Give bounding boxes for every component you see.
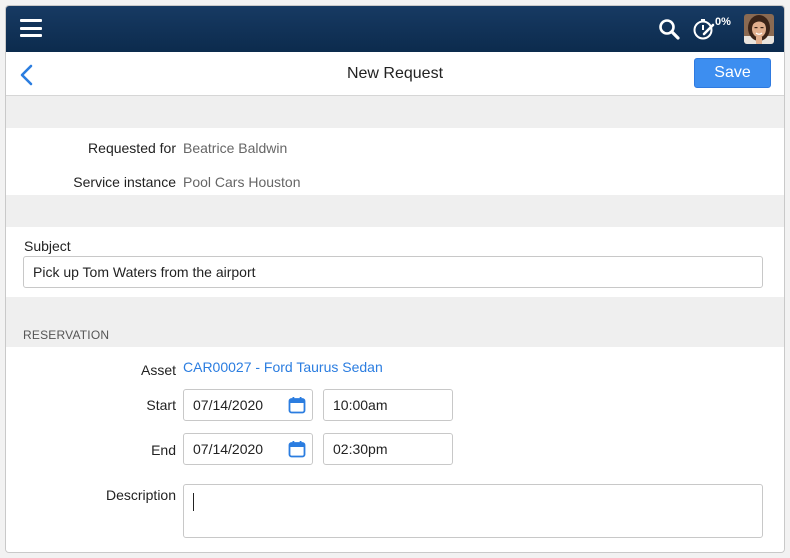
start-date-input[interactable] [184,390,284,420]
end-label: End [151,442,176,458]
subject-section: Subject [6,227,784,297]
page-title: New Request [346,65,444,82]
description-textarea[interactable] [183,484,763,538]
description-label: Description [105,487,176,503]
requested-for-value: Beatrice Baldwin [183,140,288,156]
start-label: Start [146,397,176,413]
top-navigation-bar: 0% [6,6,784,52]
hamburger-menu-icon[interactable] [20,19,42,37]
subject-label: Subject [24,238,71,254]
calendar-icon[interactable] [288,440,306,458]
start-date-field [183,389,313,421]
search-icon[interactable] [658,18,680,40]
stopwatch-pen-icon[interactable] [692,17,716,41]
asset-label: Asset [140,362,176,378]
request-details-section: Requested for Beatrice Baldwin Service i… [6,128,784,195]
save-button[interactable]: Save [694,58,771,88]
end-time-input[interactable] [323,433,453,465]
reservation-section: Asset CAR00027 - Ford Taurus Sedan Start… [6,347,784,552]
text-caret [193,493,194,511]
user-avatar[interactable] [744,14,774,44]
page-header: New Request Save [6,52,784,96]
calendar-icon[interactable] [288,396,306,414]
subject-input[interactable] [23,256,763,288]
end-date-field [183,433,313,465]
service-instance-label: Service instance [73,174,176,190]
end-date-input[interactable] [184,434,284,464]
requested-for-label: Requested for [88,140,176,156]
reservation-heading: RESERVATION [23,328,110,342]
start-time-input[interactable] [323,389,453,421]
service-instance-value: Pool Cars Houston [183,174,301,190]
timer-percent: 0% [715,16,731,28]
asset-link[interactable]: CAR00027 - Ford Taurus Sedan [183,359,383,375]
app-window: 0% New Request Save Requested for Beatri… [5,5,785,553]
